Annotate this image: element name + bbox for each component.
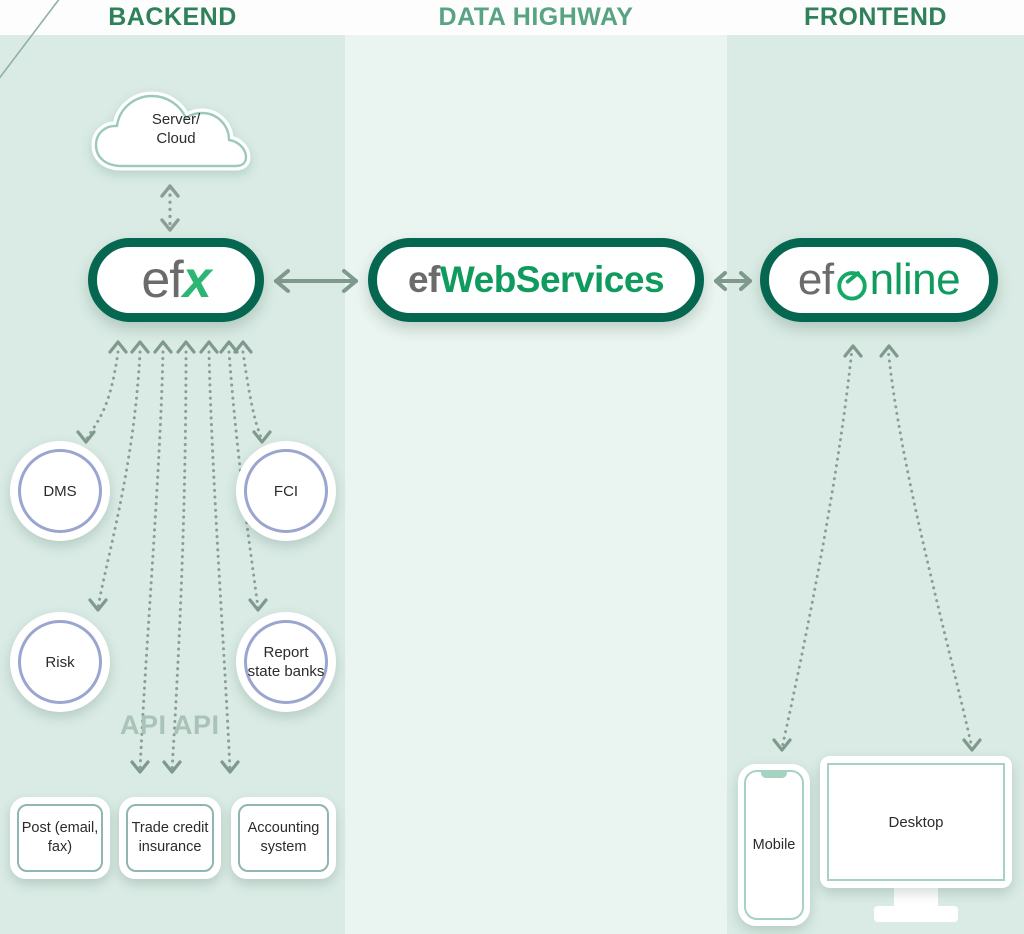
cloud-label-line1: Server/ [151, 111, 201, 128]
efwebservices-node[interactable]: efWebServices [368, 238, 704, 322]
efwebservices-logo-suffix: WebServices [439, 259, 665, 300]
backend-circle-fci-label: FCI [244, 449, 328, 533]
efonline-o-icon [835, 263, 869, 301]
efx-platform-node[interactable]: efx [88, 238, 264, 322]
column-header-frontend-label: FRONTEND [804, 3, 947, 31]
backend-box-trade-credit-insurance-label: Trade credit insurance [126, 804, 214, 872]
efonline-logo: ef nline [797, 255, 961, 305]
efx-logo-prefix: ef [141, 251, 183, 309]
cloud-node: Server/ Cloud [97, 88, 255, 168]
backend-circle-risk-label: Risk [18, 620, 102, 704]
frontend-device-desktop-label: Desktop [888, 813, 944, 831]
mobile-screen: Mobile [744, 770, 804, 920]
backend-box-accounting-system[interactable]: Accounting system [231, 797, 336, 879]
diagram-canvas: BACKEND DATA HIGHWAY FRONTEND Server/ Cl… [0, 0, 1024, 934]
backend-circle-dms-label: DMS [18, 449, 102, 533]
backend-circle-fci[interactable]: FCI [236, 441, 336, 541]
column-header-highway-label: DATA HIGHWAY [438, 3, 634, 31]
frontend-device-mobile[interactable]: Mobile [738, 764, 810, 926]
column-header-backend-label: BACKEND [108, 3, 237, 31]
backend-circle-dms[interactable]: DMS [10, 441, 110, 541]
frontend-device-mobile-label: Mobile [752, 837, 796, 853]
backend-box-post[interactable]: Post (email, fax) [10, 797, 110, 879]
column-header-backend: BACKEND [0, 0, 345, 35]
backend-circle-risk[interactable]: Risk [10, 612, 110, 712]
backend-circle-report-state-banks[interactable]: Report state banks [236, 612, 336, 712]
efwebservices-logo: efWebServices [407, 259, 665, 301]
desktop-screen: Desktop [827, 763, 1005, 881]
column-header-frontend: FRONTEND [727, 0, 1024, 35]
backend-box-accounting-system-label: Accounting system [238, 804, 329, 872]
efx-logo-suffix: x [182, 251, 212, 309]
api-label-2: API [173, 710, 220, 740]
efonline-logo-prefix: ef [797, 255, 834, 304]
cloud-label: Server/ Cloud [97, 110, 255, 148]
backend-box-post-label: Post (email, fax) [17, 804, 103, 872]
backend-circle-report-state-banks-label: Report state banks [244, 620, 328, 704]
cloud-label-line2: Cloud [156, 130, 196, 147]
efonline-logo-suffix: nline [869, 255, 961, 304]
frontend-device-desktop[interactable]: Desktop [820, 756, 1012, 931]
column-header-highway: DATA HIGHWAY [345, 0, 727, 35]
efx-logo: efx [141, 250, 212, 310]
desktop-stand-icon [894, 886, 938, 912]
column-highway-background [345, 35, 727, 934]
mobile-notch-icon [761, 771, 787, 778]
api-label-1: API [120, 710, 167, 740]
efonline-node[interactable]: ef nline [760, 238, 998, 322]
desktop-monitor-icon: Desktop [820, 756, 1012, 888]
efwebservices-logo-prefix: ef [407, 259, 440, 300]
backend-box-trade-credit-insurance[interactable]: Trade credit insurance [119, 797, 221, 879]
